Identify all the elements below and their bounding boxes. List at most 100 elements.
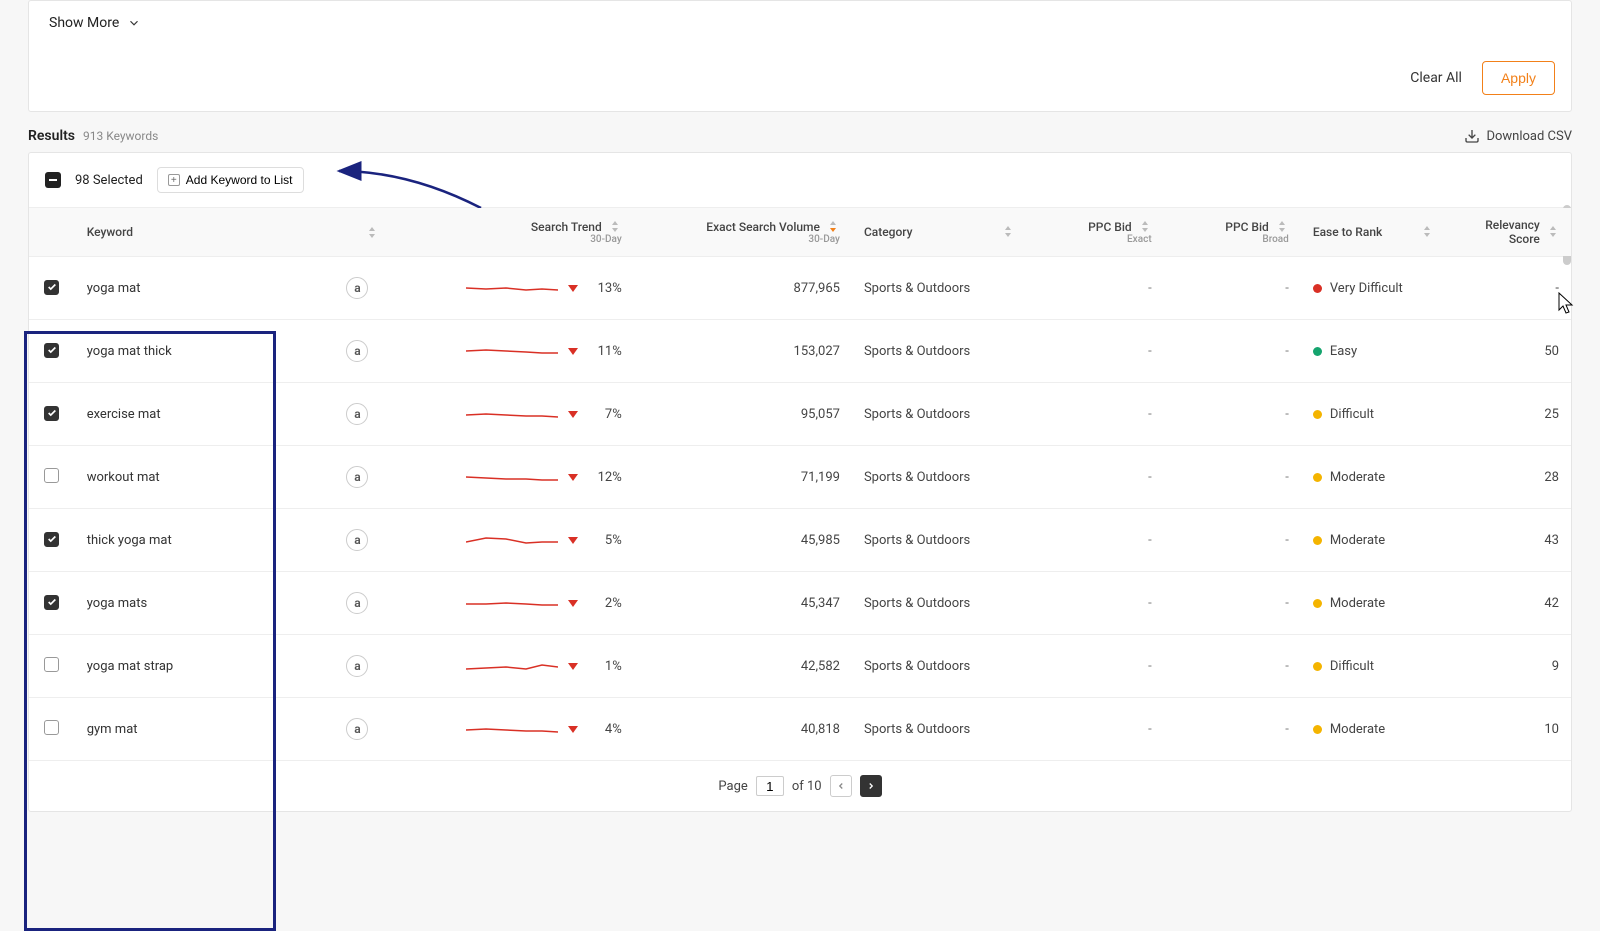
keyword-cell[interactable]: yoga mat [75,257,335,320]
row-checkbox[interactable] [44,406,59,421]
ppc-broad-cell: - [1164,698,1301,761]
ease-cell: Very Difficult [1301,257,1446,320]
sparkline-icon [466,467,558,487]
page-prev-button[interactable] [830,775,852,797]
table-row: workout mat a 12% 71,199 Sports & Outdoo… [29,446,1571,509]
page-next-button[interactable] [860,775,882,797]
category-cell: Sports & Outdoors [852,572,1027,635]
row-checkbox[interactable] [44,468,59,483]
add-keyword-to-list-button[interactable]: + Add Keyword to List [157,167,304,193]
amazon-badge-icon[interactable]: a [346,403,368,425]
row-checkbox[interactable] [44,720,59,735]
keyword-cell[interactable]: gym mat [75,698,335,761]
trend-percent: 13% [588,281,622,296]
volume-cell: 45,347 [634,572,852,635]
ppc-exact-cell: - [1027,509,1164,572]
trend-down-icon [568,474,578,481]
search-trend-cell: 7% [391,383,634,446]
table-row: thick yoga mat a 5% 45,985 Sports & Outd… [29,509,1571,572]
keyword-cell[interactable]: workout mat [75,446,335,509]
table-row: exercise mat a 7% 95,057 Sports & Outdoo… [29,383,1571,446]
trend-percent: 1% [588,659,622,674]
col-search-trend[interactable]: Search Trend 30-Day [391,208,634,257]
table-toolbar: 98 Selected + Add Keyword to List [29,153,1571,207]
table-header-row: Keyword Search Trend 30-Day Exact Search… [29,208,1571,257]
keyword-cell[interactable]: yoga mats [75,572,335,635]
row-checkbox[interactable] [44,595,59,610]
trend-down-icon [568,411,578,418]
ppc-exact-cell: - [1027,698,1164,761]
relevancy-cell: 9 [1446,635,1571,698]
download-csv-button[interactable]: Download CSV [1464,128,1572,144]
ease-cell: Moderate [1301,698,1446,761]
ease-cell: Difficult [1301,635,1446,698]
results-header: Results 913 Keywords Download CSV [0,128,1600,144]
volume-cell: 42,582 [634,635,852,698]
search-trend-cell: 4% [391,698,634,761]
amazon-badge-icon[interactable]: a [346,340,368,362]
row-checkbox[interactable] [44,657,59,672]
col-category[interactable]: Category [852,208,1027,257]
keyword-cell[interactable]: thick yoga mat [75,509,335,572]
col-ppc-broad[interactable]: PPC Bid Broad [1164,208,1301,257]
ease-cell: Moderate [1301,509,1446,572]
row-checkbox[interactable] [44,343,59,358]
clear-all-button[interactable]: Clear All [1410,70,1462,86]
ppc-exact-cell: - [1027,635,1164,698]
ppc-exact-cell: - [1027,446,1164,509]
amazon-badge-icon[interactable]: a [346,529,368,551]
trend-down-icon [568,663,578,670]
col-ease[interactable]: Ease to Rank [1301,208,1446,257]
amazon-badge-icon[interactable]: a [346,592,368,614]
ppc-exact-cell: - [1027,320,1164,383]
volume-cell: 95,057 [634,383,852,446]
keyword-cell[interactable]: yoga mat thick [75,320,335,383]
volume-cell: 40,818 [634,698,852,761]
search-trend-cell: 5% [391,509,634,572]
download-csv-label: Download CSV [1486,129,1572,144]
add-keyword-label: Add Keyword to List [186,173,293,187]
ppc-broad-cell: - [1164,320,1301,383]
apply-button[interactable]: Apply [1482,61,1555,95]
trend-percent: 11% [588,344,622,359]
show-more-toggle[interactable]: Show More [45,13,1555,39]
selected-count: 98 Selected [75,173,143,188]
relevancy-cell: 50 [1446,320,1571,383]
category-cell: Sports & Outdoors [852,509,1027,572]
ease-dot-icon [1313,284,1322,293]
ppc-broad-cell: - [1164,257,1301,320]
volume-cell: 45,985 [634,509,852,572]
ppc-exact-cell: - [1027,383,1164,446]
volume-cell: 153,027 [634,320,852,383]
amazon-badge-icon[interactable]: a [346,466,368,488]
ppc-broad-cell: - [1164,572,1301,635]
trend-down-icon [568,600,578,607]
col-ppc-exact[interactable]: PPC Bid Exact [1027,208,1164,257]
row-checkbox[interactable] [44,532,59,547]
page-label: Page [718,779,747,794]
ease-cell: Difficult [1301,383,1446,446]
row-checkbox[interactable] [44,280,59,295]
trend-percent: 12% [588,470,622,485]
search-trend-cell: 2% [391,572,634,635]
amazon-badge-icon[interactable]: a [346,718,368,740]
col-keyword[interactable]: Keyword [75,208,335,257]
col-relevancy[interactable]: Relevancy Score [1446,208,1571,257]
sparkline-icon [466,278,558,298]
sparkline-icon [466,404,558,424]
page-input[interactable] [756,776,784,796]
select-all-checkbox[interactable] [45,172,61,188]
ease-dot-icon [1313,662,1322,671]
amazon-badge-icon[interactable]: a [346,655,368,677]
keyword-cell[interactable]: exercise mat [75,383,335,446]
ppc-broad-cell: - [1164,383,1301,446]
download-icon [1464,128,1480,144]
trend-down-icon [568,726,578,733]
sparkline-icon [466,593,558,613]
relevancy-cell: 42 [1446,572,1571,635]
relevancy-cell: 28 [1446,446,1571,509]
sparkline-icon [466,341,558,361]
keyword-cell[interactable]: yoga mat strap [75,635,335,698]
col-exact-volume[interactable]: Exact Search Volume 30-Day [634,208,852,257]
amazon-badge-icon[interactable]: a [346,277,368,299]
